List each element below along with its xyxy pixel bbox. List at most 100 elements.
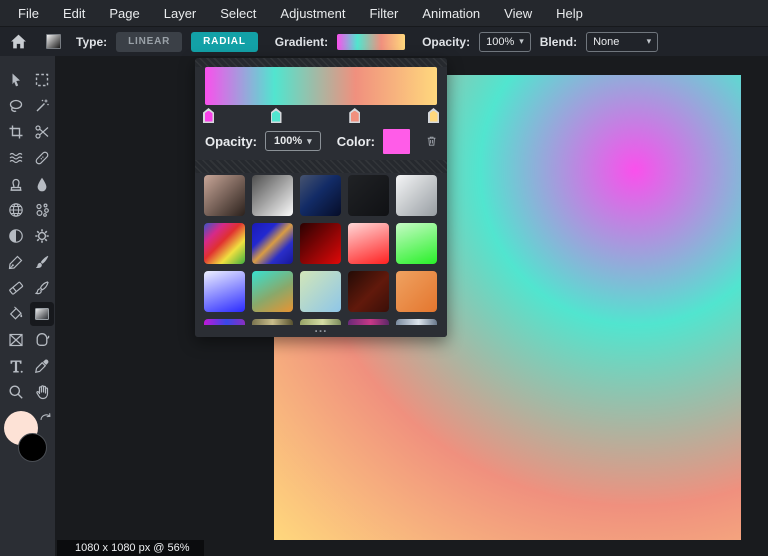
- menu-item-animation[interactable]: Animation: [410, 6, 492, 21]
- gradient-preset-5[interactable]: [396, 175, 437, 216]
- stop-color-swatch[interactable]: [383, 129, 410, 154]
- tool-dodge-burn[interactable]: [8, 228, 24, 244]
- swap-colors-icon[interactable]: [39, 411, 52, 424]
- blur-icon: [34, 176, 50, 192]
- delete-stop-trash-icon[interactable]: [426, 133, 437, 149]
- type-linear-button[interactable]: LINEAR: [116, 32, 182, 52]
- gradient-preset-7[interactable]: [252, 223, 293, 264]
- menu-item-view[interactable]: View: [492, 6, 544, 21]
- tool-frame[interactable]: [8, 332, 24, 348]
- gradient-presets-panel: [195, 173, 447, 325]
- tool-magic-wand[interactable]: [34, 98, 50, 114]
- stop-color-label: Color:: [337, 134, 375, 149]
- tool-eraser[interactable]: [8, 280, 24, 296]
- tool-lasso[interactable]: [8, 98, 24, 114]
- shape-icon: [34, 332, 50, 348]
- tool-sphere[interactable]: [8, 202, 24, 218]
- gradient-preset-11[interactable]: [204, 271, 245, 312]
- type-radial-button[interactable]: RADIAL: [191, 32, 258, 52]
- opacity-value: 100%: [486, 36, 514, 48]
- tool-eyedropper[interactable]: [34, 358, 50, 374]
- tool-text[interactable]: [8, 358, 24, 374]
- zoom-icon: [8, 384, 24, 400]
- tool-paint-bucket[interactable]: [8, 306, 24, 322]
- gradient-preset-8[interactable]: [300, 223, 341, 264]
- opacity-dropdown[interactable]: 100% ▾: [479, 32, 531, 52]
- menu-item-adjustment[interactable]: Adjustment: [268, 6, 357, 21]
- gradient-preset-10[interactable]: [396, 223, 437, 264]
- tool-marquee[interactable]: [34, 72, 50, 88]
- tool-palette: [0, 56, 55, 556]
- menu-item-layer[interactable]: Layer: [152, 6, 209, 21]
- stop-opacity-value: 100%: [274, 135, 302, 147]
- blend-select[interactable]: None ▾: [586, 32, 658, 52]
- gradient-preview-swatch[interactable]: [337, 34, 405, 50]
- lasso-icon: [8, 98, 24, 114]
- gradient-stop-2[interactable]: [271, 108, 282, 123]
- gradient-preset-9[interactable]: [348, 223, 389, 264]
- tool-hand[interactable]: [34, 384, 50, 400]
- crop-icon: [8, 124, 24, 140]
- menu-item-page[interactable]: Page: [97, 6, 151, 21]
- tool-zoom[interactable]: [8, 384, 24, 400]
- menu-item-file[interactable]: File: [6, 6, 51, 21]
- menu-item-edit[interactable]: Edit: [51, 6, 97, 21]
- gradient-label: Gradient:: [275, 35, 328, 49]
- chevron-down-icon: ▾: [647, 36, 652, 47]
- tool-blur[interactable]: [34, 176, 50, 192]
- opacity-label: Opacity:: [422, 35, 470, 49]
- gradient-stop-3[interactable]: [349, 108, 360, 123]
- gradient-preset-13[interactable]: [300, 271, 341, 312]
- tool-shape[interactable]: [34, 332, 50, 348]
- gradient-stop-color: [430, 111, 438, 122]
- tool-heal[interactable]: [34, 150, 50, 166]
- gradient-preset-20[interactable]: [396, 319, 437, 325]
- tool-brush[interactable]: [34, 254, 50, 270]
- background-color-swatch[interactable]: [18, 433, 47, 462]
- pen-icon: [8, 254, 24, 270]
- menu-item-filter[interactable]: Filter: [357, 6, 410, 21]
- gradient-stop-color: [351, 111, 359, 122]
- tool-bubbles[interactable]: [34, 202, 50, 218]
- gradient-preset-1[interactable]: [204, 175, 245, 216]
- menu-item-help[interactable]: Help: [544, 6, 595, 21]
- tool-liquify[interactable]: [8, 150, 24, 166]
- gradient-preset-17[interactable]: [252, 319, 293, 325]
- menu-bar: FileEditPageLayerSelectAdjustmentFilterA…: [0, 0, 768, 26]
- more-presets-handle[interactable]: ...: [195, 325, 447, 337]
- gradient-stop-4[interactable]: [428, 108, 439, 123]
- tool-slice[interactable]: [34, 124, 50, 140]
- eraser-icon: [8, 280, 24, 296]
- chevron-down-icon: ▾: [519, 36, 524, 47]
- gradient-editor-preview-bar[interactable]: [205, 67, 437, 105]
- sphere-icon: [8, 202, 24, 218]
- gradient-preset-15[interactable]: [396, 271, 437, 312]
- gradient-icon: [34, 306, 50, 322]
- gradient-stop-color: [272, 111, 280, 122]
- gradient-stops-track[interactable]: [205, 107, 437, 124]
- stop-opacity-dropdown[interactable]: 100% ▾: [265, 131, 321, 151]
- gradient-preset-19[interactable]: [348, 319, 389, 325]
- menu-item-select[interactable]: Select: [208, 6, 268, 21]
- gradient-tool-thumb-icon[interactable]: [46, 34, 61, 49]
- tool-clone-stamp[interactable]: [8, 176, 24, 192]
- marquee-icon: [34, 72, 50, 88]
- gradient-preset-4[interactable]: [348, 175, 389, 216]
- move-icon: [8, 72, 24, 88]
- tool-gradient[interactable]: [34, 306, 50, 322]
- gradient-preset-12[interactable]: [252, 271, 293, 312]
- gradient-preset-16[interactable]: [204, 319, 245, 325]
- gradient-editor-main: Opacity: 100% ▾ Color:: [195, 67, 447, 160]
- gradient-preset-6[interactable]: [204, 223, 245, 264]
- tool-move[interactable]: [8, 72, 24, 88]
- gradient-preset-3[interactable]: [300, 175, 341, 216]
- gradient-stop-1[interactable]: [203, 108, 214, 123]
- tool-smudge[interactable]: [34, 280, 50, 296]
- gradient-stop-color: [205, 111, 213, 122]
- tool-pen[interactable]: [8, 254, 24, 270]
- home-icon[interactable]: [10, 33, 27, 50]
- tool-gear[interactable]: [34, 228, 50, 244]
- gradient-preset-2[interactable]: [252, 175, 293, 216]
- tool-crop[interactable]: [8, 124, 24, 140]
- gradient-preset-14[interactable]: [348, 271, 389, 312]
